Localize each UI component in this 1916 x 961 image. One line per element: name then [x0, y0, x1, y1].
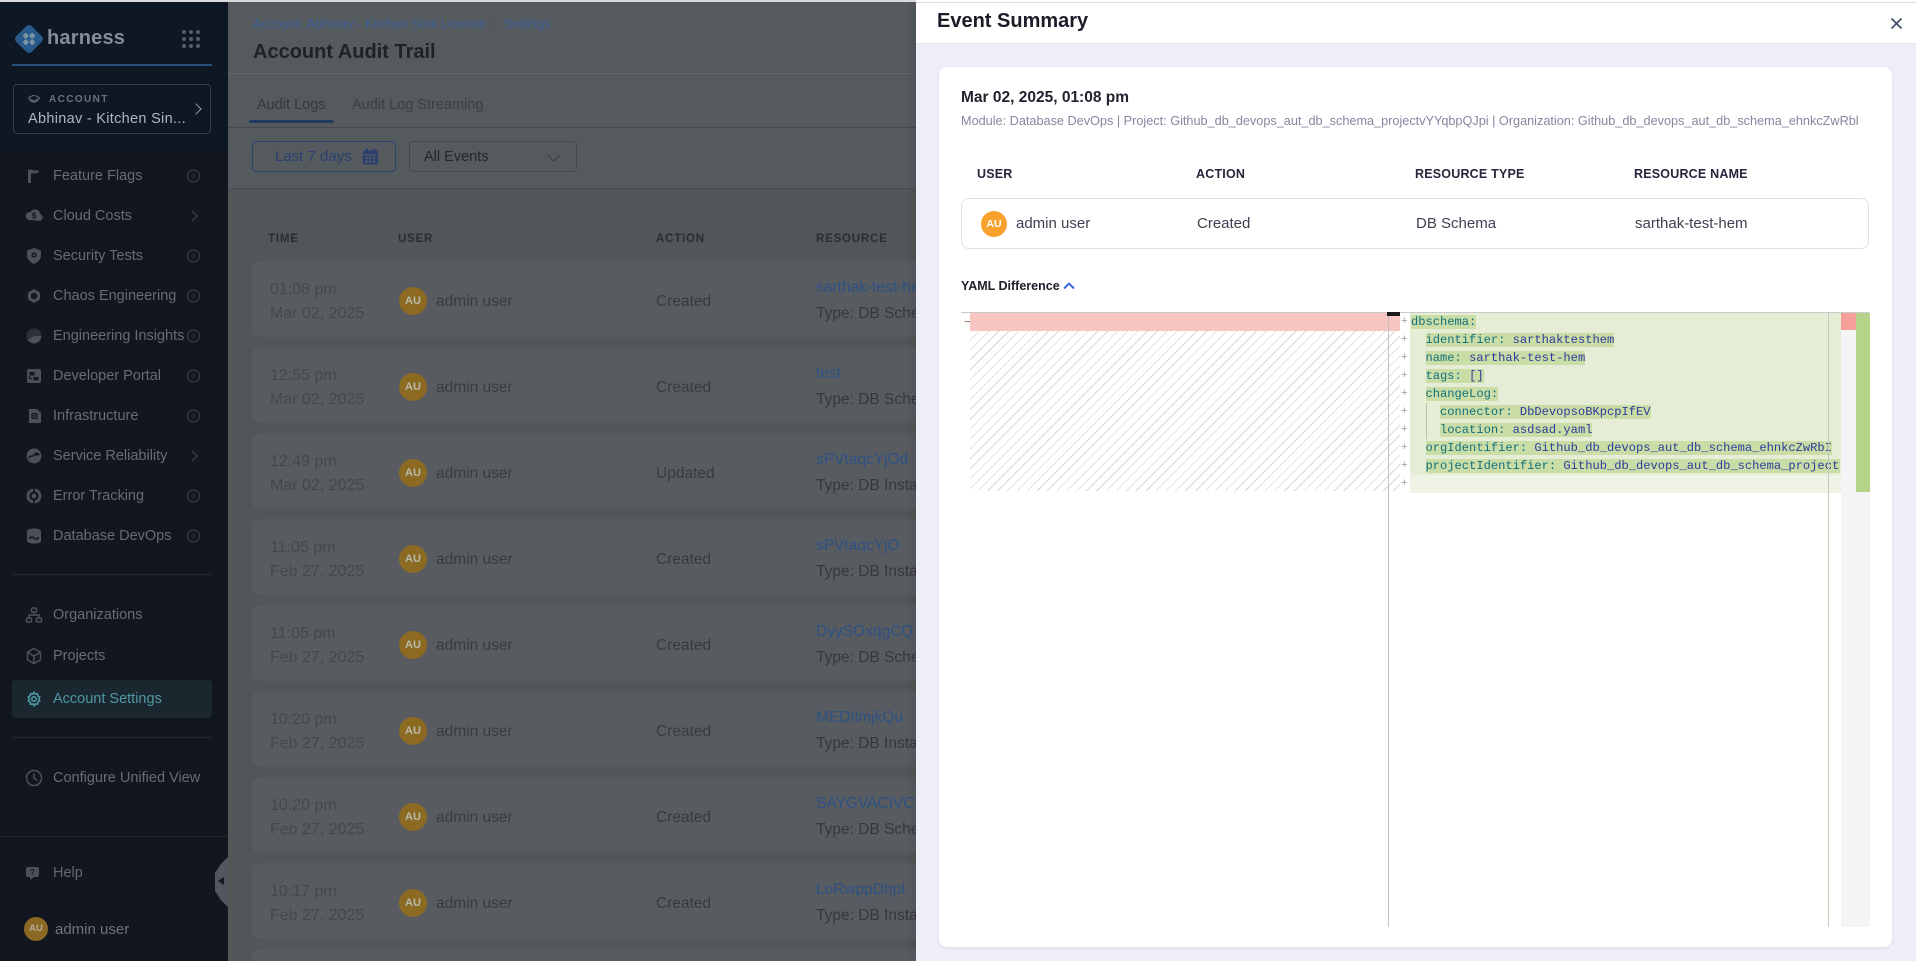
- svg-text:$: $: [32, 212, 37, 221]
- svg-text:?: ?: [30, 868, 35, 877]
